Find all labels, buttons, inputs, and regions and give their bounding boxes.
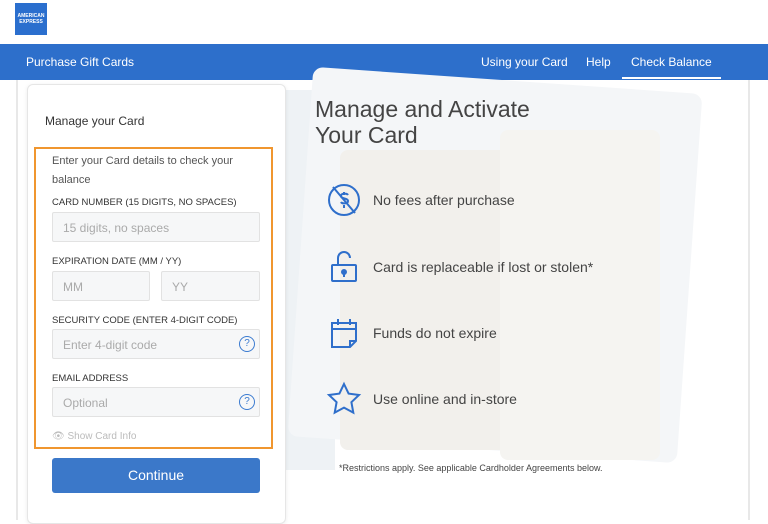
placeholder: YY [172,280,189,294]
help-icon[interactable]: ? [239,394,255,410]
feature-text: No fees after purchase [373,192,515,208]
show-card-info-toggle[interactable]: 👁 Show Card Info [52,431,136,442]
card-image [500,130,660,460]
eye-icon: 👁 [52,431,68,442]
feature-item: Card is replaceable if lost or stolen* [326,249,593,285]
expiration-month-input[interactable]: MM [52,271,150,301]
feature-item: Funds do not expire [326,315,497,351]
placeholder: Optional [63,396,108,410]
expiration-year-input[interactable]: YY [161,271,260,301]
lock-icon [331,251,357,282]
nav-using-your-card[interactable]: Using your Card [481,55,568,69]
hero-title: Manage and Activate Your Card [315,96,530,148]
placeholder: 15 digits, no spaces [63,221,170,235]
nav-help[interactable]: Help [586,55,611,69]
calendar-icon [331,319,357,348]
continue-button[interactable]: Continue [52,458,260,493]
email-input[interactable]: Optional? [52,387,260,417]
amex-logo[interactable]: AMERICAN EXPRESS [15,3,47,35]
divider [16,80,18,520]
feature-text: Card is replaceable if lost or stolen* [373,259,594,275]
show-card-info-label: Show Card Info [67,431,137,442]
divider [748,80,750,520]
feature-item: No fees after purchase [326,182,515,218]
nav-purchase-gift-cards[interactable]: Purchase Gift Cards [26,55,134,69]
top-header: AMERICAN EXPRESS [0,0,768,44]
placeholder: Enter 4-digit code [63,338,158,352]
star-icon [326,381,362,415]
help-icon[interactable]: ? [239,336,255,352]
restrictions-note: *Restrictions apply. See applicable Card… [339,463,603,473]
security-code-input[interactable]: Enter 4-digit code? [52,329,260,359]
panel-title: Manage your Card [45,114,145,128]
no-fee-icon [328,184,360,216]
nav-check-balance[interactable]: Check Balance [622,55,721,79]
feature-text: Funds do not expire [373,325,497,341]
placeholder: MM [63,280,83,294]
feature-text: Use online and in-store [373,391,517,407]
email-label: EMAIL ADDRESS [52,373,129,384]
form-intro: Enter your Card details to check your ba… [52,155,233,186]
card-number-input[interactable]: 15 digits, no spaces [52,212,260,242]
card-number-label: CARD NUMBER (15 DIGITS, NO SPACES) [52,197,237,208]
expiration-label: EXPIRATION DATE (MM / YY) [52,256,182,267]
feature-item: Use online and in-store [326,381,517,417]
security-code-label: SECURITY CODE (ENTER 4-DIGIT CODE) [52,315,238,326]
